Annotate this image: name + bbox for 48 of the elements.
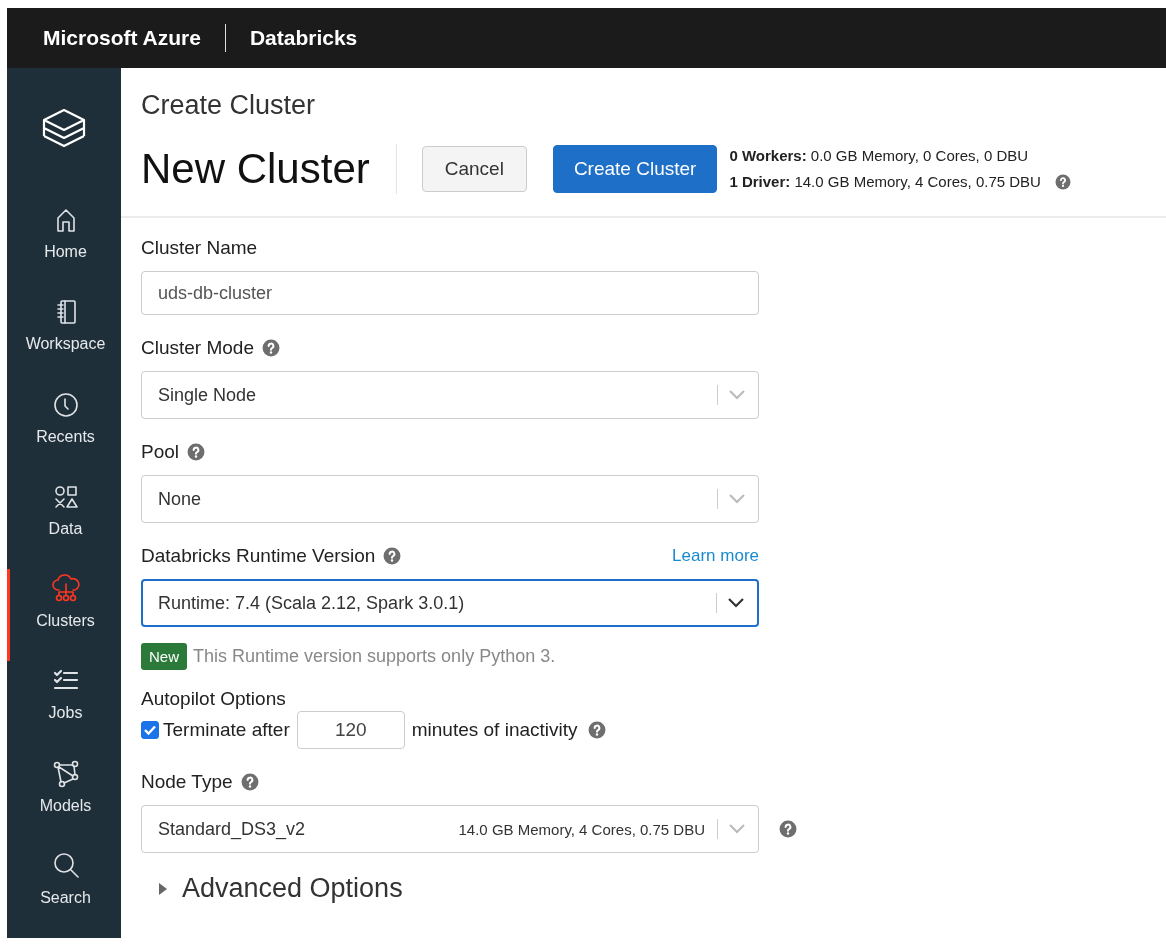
input-field[interactable]: uds-db-cluster <box>141 271 759 315</box>
minutes-field[interactable]: 120 <box>296 711 405 749</box>
help-icon[interactable] <box>779 820 797 838</box>
create-button[interactable]: Create Cluster <box>552 145 718 193</box>
brand-name[interactable]: Microsoft Azure <box>43 26 201 50</box>
checkbox-label[interactable]: Terminate after <box>163 719 290 741</box>
help-icon[interactable] <box>383 547 402 565</box>
nav-item[interactable]: Workspace <box>7 292 121 385</box>
breadcrumb: Create Cluster <box>141 89 316 122</box>
help-icon[interactable] <box>1054 174 1071 190</box>
page-title: New Cluster <box>141 144 370 194</box>
help-icon[interactable] <box>587 721 606 739</box>
field-label: Cluster Mode <box>141 336 254 360</box>
help-icon[interactable] <box>240 773 259 791</box>
runtime-note: This Runtime version supports only Python 3. <box>193 646 556 667</box>
nav-item[interactable]: Clusters <box>7 569 121 662</box>
nav-item[interactable]: Data <box>7 476 121 569</box>
new-badge: New <box>141 643 187 670</box>
field-label: Autopilot Options <box>141 687 286 711</box>
chevron-down-icon <box>727 597 745 609</box>
help-icon[interactable] <box>187 443 206 461</box>
caret-icon <box>158 880 168 897</box>
nav-item[interactable]: Search <box>7 845 121 938</box>
select-field[interactable]: None <box>141 475 759 523</box>
select-field[interactable]: Runtime: 7.4 (Scala 2.12, Spark 3.0.1) <box>141 579 759 627</box>
resource-summary: 0 Workers: 0.0 GB Memory, 0 Cores, 0 DBU <box>729 146 1029 166</box>
nav-item[interactable]: Recents <box>7 384 121 477</box>
chevron-down-icon <box>728 389 746 401</box>
nav-item[interactable]: Jobs <box>7 661 121 754</box>
field-label: Pool <box>141 440 180 464</box>
nav-item[interactable]: Models <box>7 753 121 846</box>
field-label: Node Type <box>141 770 233 794</box>
field-label: Databricks Runtime Version <box>141 544 376 568</box>
chevron-down-icon <box>728 493 746 505</box>
help-icon[interactable] <box>262 339 280 357</box>
node-specs: 14.0 GB Memory, 4 Cores, 0.75 DBU <box>458 820 705 838</box>
cancel-button[interactable]: Cancel <box>421 146 527 192</box>
advanced-options-toggle[interactable]: Advanced Options <box>141 873 403 904</box>
chevron-down-icon <box>728 823 746 835</box>
nav-item[interactable]: Home <box>7 200 121 293</box>
unit-label: minutes of inactivity <box>411 719 578 741</box>
select-field[interactable]: Standard_DS3_v2 14.0 GB Memory, 4 Cores, 0.75 DBU <box>141 805 759 853</box>
checkbox[interactable] <box>141 721 159 739</box>
select-field[interactable]: Single Node <box>141 371 759 419</box>
learn-more-link[interactable]: Learn more <box>672 544 759 568</box>
product-name[interactable]: Databricks <box>249 26 358 50</box>
field-label: Cluster Name <box>141 236 258 260</box>
resource-summary: 1 Driver: 14.0 GB Memory, 4 Cores, 0.75 DBU <box>729 172 1041 192</box>
